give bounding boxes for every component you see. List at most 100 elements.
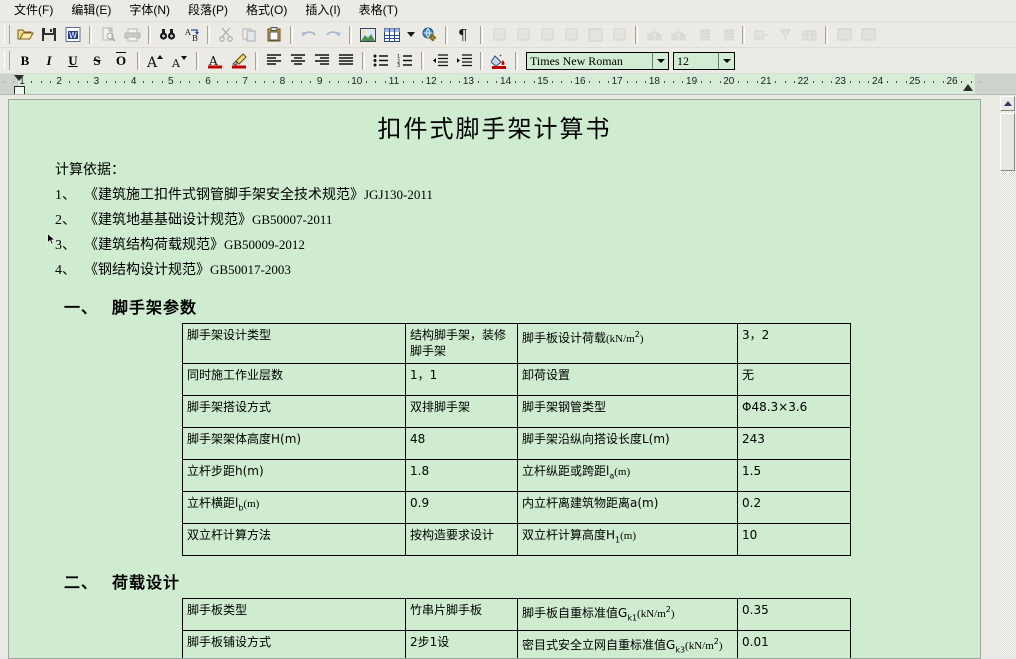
replace-icon[interactable]: AB <box>180 24 202 45</box>
bullet-list-button[interactable] <box>370 50 392 71</box>
toolbar-grip[interactable] <box>4 25 10 44</box>
toolbar-separator <box>255 52 258 70</box>
underline-label: U <box>68 53 77 69</box>
menu-item-edit[interactable]: 编辑(E) <box>63 1 121 20</box>
cut-icon[interactable] <box>215 24 237 45</box>
load-unit-tail: ) <box>719 640 723 652</box>
scrollbar-track[interactable] <box>1000 112 1015 657</box>
align-left-button[interactable] <box>263 50 285 71</box>
paragraph-marks-icon[interactable]: ¶ <box>453 24 475 45</box>
font-color-button[interactable]: A <box>204 50 226 71</box>
ruler-tick <box>906 81 907 83</box>
print-icon[interactable] <box>121 24 143 45</box>
tool-l-icon[interactable] <box>774 24 796 45</box>
toolbar-separator <box>196 52 199 70</box>
tool-b-icon[interactable] <box>512 24 534 45</box>
ruler-tick <box>459 81 460 83</box>
ruler-tick <box>478 81 479 83</box>
tool-c-icon[interactable] <box>536 24 558 45</box>
load-value: 0.35 <box>738 599 851 631</box>
align-right-button[interactable] <box>311 50 333 71</box>
tool-g-icon[interactable] <box>643 24 665 45</box>
print-preview-icon[interactable] <box>97 24 119 45</box>
ruler-tick <box>589 81 590 83</box>
load-label: 脚手板自重标准值Gk1(kN/m2) <box>518 599 738 631</box>
ruler-tick <box>450 81 451 83</box>
shrink-font-button[interactable]: A <box>169 50 191 71</box>
bold-button[interactable]: B <box>14 50 36 71</box>
font-size-dropdown-icon[interactable] <box>718 53 734 69</box>
tool-k-icon[interactable] <box>750 24 772 45</box>
redo-icon[interactable] <box>322 24 344 45</box>
menu-item-insert[interactable]: 插入(I) <box>297 1 350 20</box>
menu-item-file[interactable]: 文件(F) <box>6 1 63 20</box>
param-value: 0.9 <box>406 492 518 524</box>
ruler-tick <box>338 81 339 83</box>
tool-f-icon[interactable] <box>608 24 630 45</box>
horizontal-ruler[interactable]: 1234567891011121314151617181920212223242… <box>0 74 1016 95</box>
scrollbar-thumb[interactable] <box>1000 113 1015 171</box>
italic-button[interactable]: I <box>38 50 60 71</box>
right-indent-marker[interactable] <box>963 84 973 91</box>
align-justify-button[interactable] <box>335 50 357 71</box>
vertical-scrollbar[interactable] <box>999 95 1016 657</box>
menu-item-format[interactable]: 格式(O) <box>238 1 297 20</box>
insert-image-icon[interactable] <box>357 24 379 45</box>
tool-d-icon[interactable] <box>560 24 582 45</box>
ruler-tick <box>348 81 349 83</box>
tool-j-icon[interactable] <box>715 24 737 45</box>
toolbar-grip[interactable] <box>4 51 10 70</box>
tool-n-icon[interactable] <box>833 24 855 45</box>
undo-icon[interactable] <box>298 24 320 45</box>
tool-h-icon[interactable] <box>667 24 689 45</box>
save-icon[interactable] <box>38 24 60 45</box>
ruler-tick <box>515 81 516 83</box>
overline-label: O <box>116 53 126 69</box>
increase-indent-button[interactable] <box>453 50 475 71</box>
ruler-label: 10 <box>351 76 362 88</box>
export-word-icon[interactable]: W <box>62 24 84 45</box>
tool-i-icon[interactable] <box>691 24 713 45</box>
first-line-indent-marker[interactable] <box>14 75 24 81</box>
param-label: 双立杆计算高度H1(m) <box>518 524 738 556</box>
left-indent-marker[interactable] <box>14 86 25 95</box>
strikethrough-button[interactable]: S <box>86 50 108 71</box>
underline-button[interactable]: U <box>62 50 84 71</box>
scroll-up-button[interactable] <box>1000 96 1015 111</box>
tool-e-icon[interactable] <box>584 24 606 45</box>
font-name-dropdown-icon[interactable] <box>652 53 668 69</box>
load-label: 脚手板类型 <box>183 599 406 631</box>
tool-o-icon[interactable] <box>857 24 879 45</box>
ruler-tick <box>310 81 311 83</box>
tool-m-icon[interactable] <box>798 24 820 45</box>
decrease-indent-button[interactable] <box>429 50 451 71</box>
section-2-number: 二、 <box>64 573 98 592</box>
menu-item-table[interactable]: 表格(T) <box>351 1 408 20</box>
paste-icon[interactable] <box>263 24 285 45</box>
find-icon[interactable] <box>156 24 178 45</box>
menu-item-font[interactable]: 字体(N) <box>121 1 180 20</box>
overline-button[interactable]: O <box>110 50 132 71</box>
highlight-color-button[interactable] <box>228 50 250 71</box>
document-page[interactable]: 扣件式脚手架计算书 计算依据： 1、《建筑施工扣件式钢管脚手架安全技术规范》JG… <box>8 99 981 659</box>
load-value: 0.01 <box>738 631 851 659</box>
menu-item-paragraph[interactable]: 段落(P) <box>180 1 238 20</box>
insert-table-dropdown-icon[interactable] <box>405 24 416 45</box>
numbered-list-button[interactable]: 123 <box>394 50 416 71</box>
open-icon[interactable] <box>14 24 36 45</box>
param-value: 243 <box>738 428 851 460</box>
ruler-tick <box>69 81 70 83</box>
grow-font-button[interactable]: A <box>145 50 167 71</box>
param-label: 立杆横距lb(m) <box>183 492 406 524</box>
insert-table-icon[interactable] <box>381 24 403 45</box>
font-size-combo[interactable]: 12 <box>673 52 735 70</box>
copy-icon[interactable] <box>239 24 261 45</box>
fill-color-button[interactable] <box>488 50 510 71</box>
hyperlink-icon[interactable] <box>418 24 440 45</box>
align-center-button[interactable] <box>287 50 309 71</box>
font-name-combo[interactable]: Times New Roman <box>526 52 669 70</box>
tool-a-icon[interactable] <box>488 24 510 45</box>
load-label: 密目式安全立网自重标准值Gk3(kN/m2) <box>518 631 738 659</box>
ruler-tick <box>162 81 163 83</box>
load-unit: (kN/m <box>637 608 666 620</box>
